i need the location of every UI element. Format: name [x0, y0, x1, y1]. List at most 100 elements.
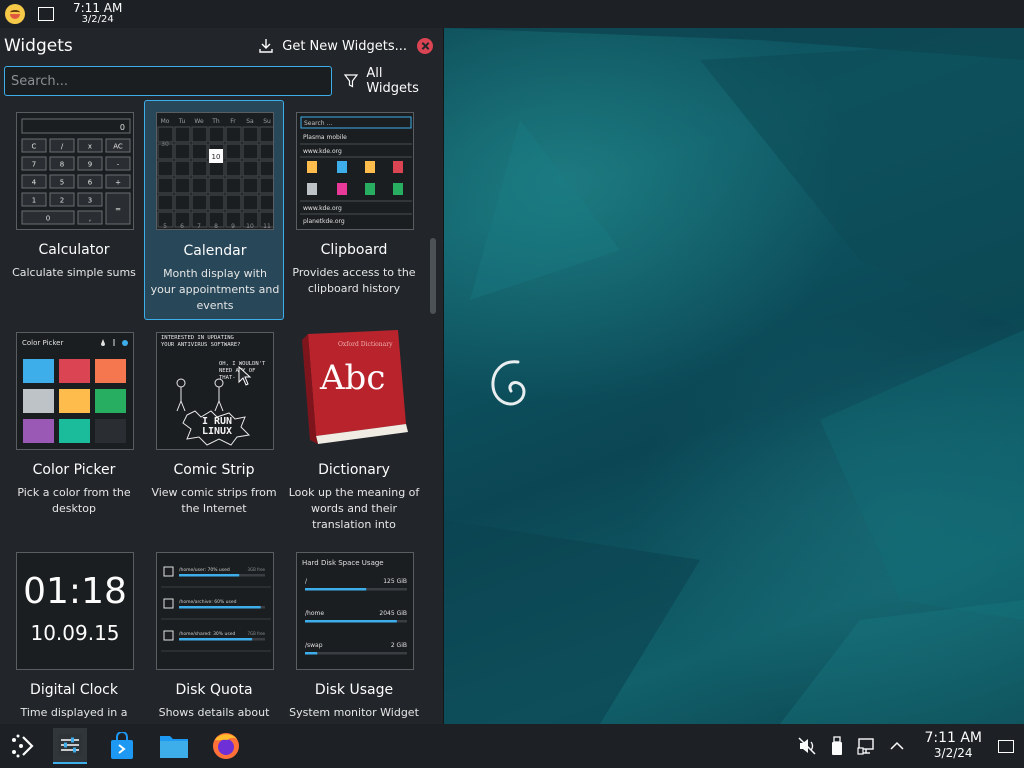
calendar-weekday: Th [211, 118, 220, 125]
calculator-thumbnail: 0 C / x AC 7 8 9 - 4 5 6 +1 2 3 = 0, [16, 112, 134, 230]
taskbar-discover[interactable] [106, 730, 138, 762]
scrollbar-thumb[interactable] [430, 238, 436, 314]
disk-bar-fill [305, 652, 318, 655]
calendar-cell [157, 194, 174, 211]
widget-tile-clipboard[interactable]: Search ... Plasma mobile www.kde.org www… [284, 100, 424, 320]
calc-key: 3 [77, 192, 103, 207]
calc-key-label: 3 [88, 197, 92, 205]
widget-tile-disk-usage[interactable]: Hard Disk Space Usage / 125 GiB/home 2045 … [284, 540, 424, 724]
usb-drive-icon [832, 736, 843, 755]
calendar-cell [157, 177, 174, 194]
calendar-thumbnail: Mo Tu We Th Fr Sa Su 10 30 5 6 7 8 9 10 11 [156, 112, 274, 230]
calendar-weekday: Fr [230, 118, 236, 125]
show-desktop-icon[interactable] [38, 7, 54, 21]
search-input[interactable] [4, 66, 333, 96]
dictionary-thumbnail: Oxford Dictionary Abc [294, 328, 416, 450]
all-widgets-label: All Widgets [366, 66, 419, 96]
widget-description: Pick a color from the desktop [17, 486, 131, 515]
taskbar-system-settings[interactable] [53, 728, 87, 764]
top-clock-time: 7:11 AM [73, 1, 123, 15]
tray-volume[interactable] [797, 736, 817, 756]
calendar-cell [208, 177, 225, 194]
emoji-icon[interactable] [5, 4, 25, 24]
disk-usage-title: Hard Disk Space Usage [302, 559, 384, 567]
color-swatch [23, 389, 54, 413]
calendar-preview: Mo Tu We Th Fr Sa Su 10 30 5 6 7 8 9 10 11 [157, 118, 273, 230]
calendar-weekday-headers: Mo Tu We Th Fr Sa Su [161, 118, 271, 125]
calc-key-label: x [88, 143, 92, 151]
calc-key: , [77, 210, 103, 225]
widget-description: System monitor Widget [289, 706, 419, 719]
disk-path: /home [305, 610, 324, 617]
calendar-cell [259, 177, 273, 194]
taskbar-firefox[interactable] [210, 730, 242, 762]
clipboard-item: Plasma mobile [303, 134, 347, 141]
widget-description: View comic strips from the Internet [151, 486, 277, 515]
widget-tile-color-picker[interactable]: Color Picker Color Picker Pick a color f… [4, 320, 144, 540]
widget-description: Month display with your appointments and… [150, 267, 280, 312]
kde-launcher-icon [12, 734, 34, 758]
disk-usage-thumbnail: Hard Disk Space Usage / 125 GiB/home 2045 … [296, 552, 414, 670]
download-icon [259, 39, 273, 53]
clipboard-item: www.kde.org [303, 148, 342, 155]
top-clock[interactable]: 7:11 AM 3/2/24 [73, 2, 122, 26]
dictionary-book-title: Abc [320, 358, 386, 398]
calendar-cell [242, 177, 259, 194]
quota-path: /home/archive: 60% used [179, 599, 237, 605]
widget-tile-digital-clock[interactable]: 01:18 10.09.15 Digital Clock Time displa… [4, 540, 144, 724]
comic-strip-thumbnail: INTERESTED IN UPDATING YOUR ANTIVIRUS SO… [156, 332, 274, 450]
color-swatch [95, 419, 126, 443]
calendar-cell [225, 177, 242, 194]
taskbar-clock-date: 3/2/24 [933, 746, 973, 760]
calendar-cell [191, 160, 208, 177]
calendar-day: 9 [231, 223, 235, 230]
taskbar-clock[interactable]: 7:11 AM 3/2/24 [924, 731, 982, 761]
disk-bar-fill [305, 620, 397, 623]
calc-key-label: AC [113, 143, 123, 151]
widgets-title: Widgets [4, 36, 73, 56]
calc-key: = [105, 192, 131, 225]
widget-tile-disk-quota[interactable]: /home/user: 70% used 3GB free/home/archiv… [144, 540, 284, 724]
taskbar-file-manager[interactable] [158, 730, 190, 762]
widget-tile-calculator[interactable]: 0 C / x AC 7 8 9 - 4 5 6 +1 2 3 = 0, Calculator Calcula… [4, 100, 144, 320]
calc-key-label: = [115, 206, 121, 214]
application-launcher-button[interactable] [6, 730, 38, 762]
widgets-scrollbar[interactable] [430, 138, 436, 738]
calendar-cell [242, 143, 259, 160]
widget-tile-calendar[interactable]: Mo Tu We Th Fr Sa Su 10 30 5 6 7 8 9 10 11 Calendar … [144, 100, 284, 320]
disk-path: /swap [305, 642, 323, 649]
tray-removable-devices[interactable] [827, 736, 847, 756]
color-swatch [95, 389, 126, 413]
widget-tile-comic-strip[interactable]: INTERESTED IN UPDATING YOUR ANTIVIRUS SO… [144, 320, 284, 540]
calendar-cell [157, 126, 174, 143]
calculator-preview: 0 C / x AC 7 8 9 - 4 5 6 +1 2 3 = 0, [21, 118, 131, 225]
get-new-widgets-label: Get New Widgets... [282, 38, 407, 54]
widget-description: Shows details about disk [158, 706, 270, 724]
clipboard-item: www.kde.org [303, 205, 342, 212]
calendar-cell [225, 143, 242, 160]
calendar-day: 5 [163, 223, 167, 230]
calendar-cell [174, 143, 191, 160]
digital-clock-thumbnail: 01:18 10.09.15 [16, 552, 134, 670]
widget-name: Dictionary [318, 462, 390, 478]
get-new-widgets-button[interactable]: Get New Widgets... [258, 38, 407, 54]
disk-quota-thumbnail: /home/user: 70% used 3GB free/home/archiv… [156, 552, 274, 670]
calculator-keys: C / x AC 7 8 9 - 4 5 6 +1 2 3 = 0, [21, 138, 131, 225]
tray-network[interactable] [857, 736, 877, 756]
calendar-cell [174, 126, 191, 143]
calendar-cell [174, 160, 191, 177]
widget-name: Digital Clock [30, 682, 118, 698]
color-swatch [23, 419, 54, 443]
close-icon[interactable] [417, 38, 433, 54]
calc-key-label: 7 [32, 161, 36, 169]
tray-expand[interactable] [887, 736, 907, 756]
clipboard-preview: Search ... Plasma mobile www.kde.org www… [300, 116, 412, 225]
calc-key-label: C [32, 143, 37, 151]
widgets-search-row: All Widgets [0, 64, 443, 98]
all-widgets-filter-button[interactable]: All Widgets [344, 66, 439, 96]
peek-desktop-icon[interactable] [998, 739, 1014, 753]
disk-size: 125 GiB [383, 578, 407, 585]
shopping-bag-icon [111, 732, 133, 759]
widget-tile-dictionary[interactable]: Oxford Dictionary Abc Dictionary Look up… [284, 320, 424, 540]
widget-description: Look up the meaning of words and their t… [288, 486, 420, 531]
